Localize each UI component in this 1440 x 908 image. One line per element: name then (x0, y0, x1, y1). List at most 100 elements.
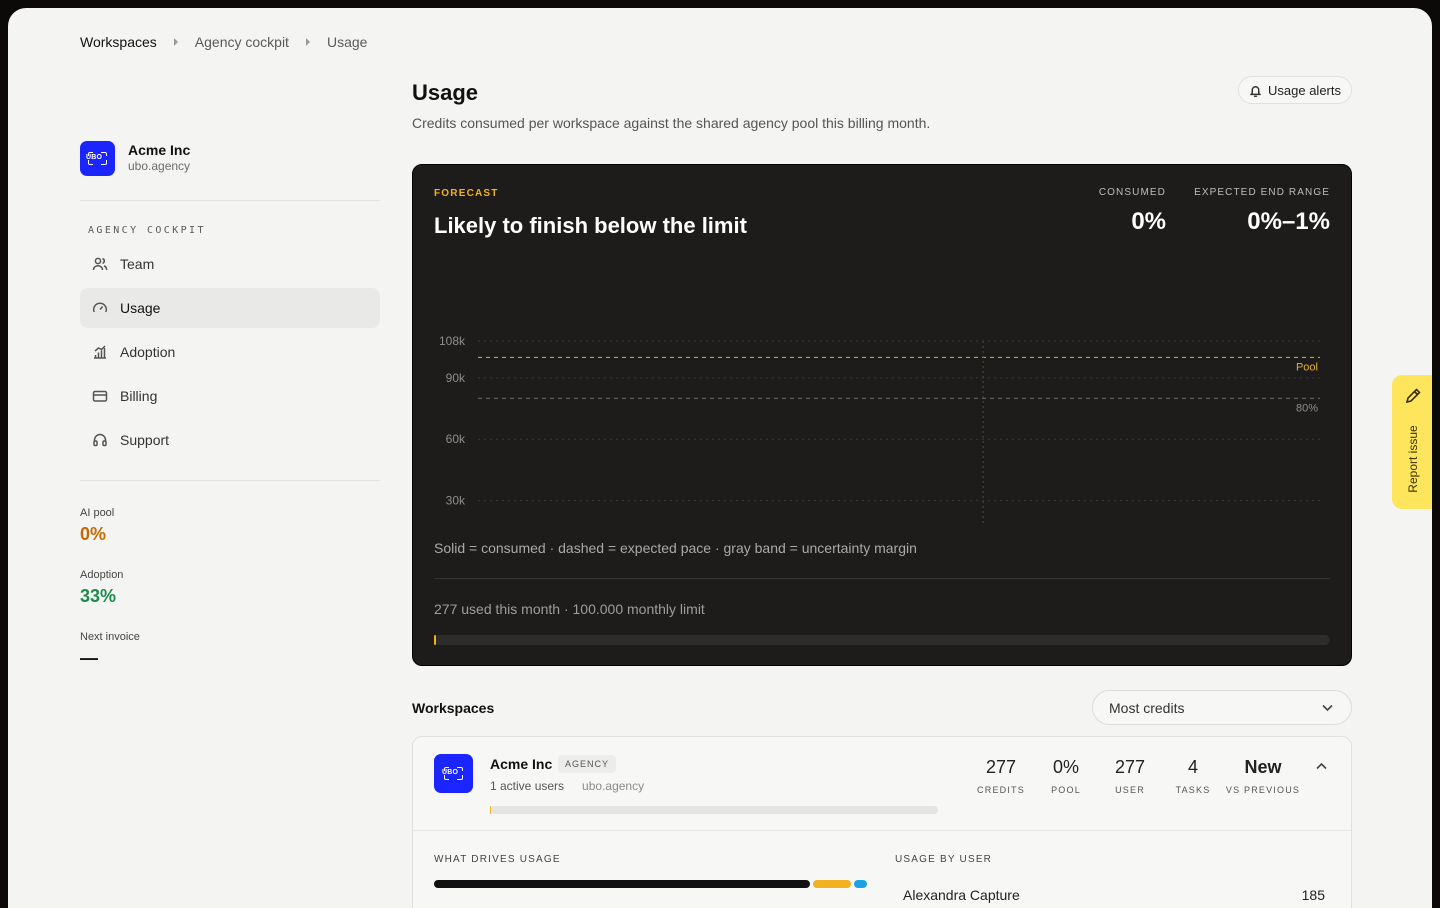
users-icon (92, 257, 108, 271)
metric-value: 0%–1% (1247, 208, 1330, 235)
drives-usage-label: WHAT DRIVES USAGE (434, 854, 561, 865)
app-window: Workspaces Agency cockpit Usage UBO Acme… (8, 8, 1432, 908)
bell-icon (1249, 85, 1262, 97)
sort-select[interactable]: Most credits (1092, 690, 1352, 725)
workspace-metric-vs-previous: New VS PREVIOUS (1225, 757, 1301, 795)
headset-icon (93, 433, 107, 447)
expected-range-metric: EXPECTED END RANGE 0%–1% (1194, 187, 1330, 236)
sidebar-item-team[interactable]: Team (80, 244, 380, 284)
stat-value: 0% (80, 524, 107, 544)
stat-ai-pool: AI pool 0% (80, 507, 380, 545)
metric-value: 0% (1131, 208, 1166, 235)
workspace-metric-pool: 0% POOL (1047, 757, 1085, 795)
sidebar-section-label: AGENCY COCKPIT (88, 225, 206, 236)
page-subtitle: Credits consumed per workspace against t… (412, 115, 931, 131)
stat-adoption: Adoption 33% (80, 569, 380, 607)
stat-value: 33% (80, 586, 117, 606)
workspace-meta: 1 active users ubo.agency (490, 779, 644, 793)
metric-value: 277 (985, 757, 1017, 777)
forecast-divider (434, 578, 1330, 579)
workspace-card-divider (413, 830, 1351, 831)
usage-alerts-button[interactable]: Usage alerts (1238, 76, 1352, 104)
credit-card-icon (92, 390, 108, 402)
workspace-active-users: 1 active users (490, 779, 565, 793)
stat-label: Adoption (80, 569, 124, 581)
workspace-share-fill (490, 806, 492, 814)
workspaces-header: Workspaces Most credits (412, 690, 1352, 726)
gauge-icon (92, 302, 108, 313)
metric-label: POOL (1051, 785, 1081, 795)
workspace-logo: UBO (434, 754, 473, 793)
page-title: Usage (412, 80, 479, 105)
metric-value: 277 (1114, 757, 1146, 777)
metric-label: EXPECTED END RANGE (1194, 187, 1330, 198)
y-tick-label: 60k (446, 432, 466, 446)
metric-label: CONSUMED (1098, 187, 1166, 198)
monthly-usage-bar (434, 635, 1330, 645)
sidebar-item-support[interactable]: Support (80, 420, 380, 460)
y-tick-label: 90k (446, 371, 466, 385)
metric-label: TASKS (1175, 785, 1211, 795)
metric-value: 4 (1187, 757, 1198, 777)
chart-legend-note: Solid = consumed · dashed = expected pac… (434, 540, 917, 556)
breadcrumb-workspaces[interactable]: Workspaces (80, 34, 157, 50)
user-credits: 185 (1301, 887, 1325, 903)
sidebar-nav: Team Usage Adoption Billing Support (80, 244, 380, 460)
monthly-usage-text: 277 used this month · 100.000 monthly li… (434, 601, 705, 617)
workspace-metric-credits: 277 CREDITS (977, 757, 1025, 795)
drives-segment (434, 880, 810, 888)
stat-label: Next invoice (80, 631, 140, 643)
metric-value: 0% (1052, 757, 1079, 777)
stat-label: AI pool (80, 507, 115, 519)
workspace-domain: ubo.agency (582, 779, 645, 793)
sidebar-item-label: Billing (120, 388, 158, 404)
workspace-metric-user: 277 USER (1110, 757, 1150, 795)
main-content: Usage Credits consumed per workspace aga… (412, 76, 1352, 908)
sidebar-item-adoption[interactable]: Adoption (80, 332, 380, 372)
forecast-card: FORECAST Likely to finish below the limi… (412, 164, 1352, 666)
forecast-title: Likely to finish below the limit (434, 213, 747, 238)
metric-label: VS PREVIOUS (1225, 785, 1301, 795)
y-tick-label: 108k (439, 334, 466, 348)
stat-next-invoice: Next invoice — (80, 631, 380, 669)
org-name: Acme Inc (128, 142, 191, 158)
drives-segment (812, 880, 852, 888)
usage-by-user-label: USAGE BY USER (895, 854, 993, 865)
breadcrumb-separator-icon (173, 38, 178, 46)
org-switcher[interactable]: UBO Acme Inc ubo.agency (80, 140, 380, 176)
stat-value: — (80, 648, 98, 668)
metric-label: USER (1115, 785, 1145, 795)
workspace-share-bar (490, 806, 938, 814)
org-domain: ubo.agency (128, 159, 191, 173)
reference-line-label: 80% (1296, 402, 1318, 414)
sidebar-item-billing[interactable]: Billing (80, 376, 380, 416)
breadcrumb-separator-icon (305, 38, 310, 46)
bar-chart-icon (94, 345, 106, 359)
sidebar-divider (80, 200, 380, 201)
report-issue-tab[interactable]: Report issue (1392, 375, 1432, 509)
sidebar-item-label: Team (120, 256, 155, 272)
breadcrumb: Workspaces Agency cockpit Usage (80, 34, 367, 50)
workspace-card: UBO Acme Inc AGENCY 1 active users ubo.ag… (412, 736, 1352, 908)
drives-segment (854, 880, 868, 888)
consumed-metric: CONSUMED 0% (1099, 187, 1166, 236)
breadcrumb-agency-cockpit[interactable]: Agency cockpit (195, 34, 289, 50)
y-tick-label: 30k (446, 494, 466, 508)
chevron-up-icon[interactable] (1316, 762, 1327, 770)
sidebar-item-label: Adoption (120, 344, 176, 360)
monthly-usage-fill (434, 635, 437, 645)
drives-usage-bar (434, 880, 870, 888)
breadcrumb-usage: Usage (326, 34, 368, 50)
usage-alerts-label: Usage alerts (1268, 82, 1341, 98)
report-issue-label: Report issue (1406, 425, 1420, 493)
forecast-kicker: FORECAST (434, 188, 499, 199)
user-name: Alexandra Capture (903, 887, 1020, 903)
sidebar-divider (80, 480, 380, 481)
sidebar: UBO Acme Inc ubo.agency AGENCY COCKPIT T… (80, 140, 380, 669)
sidebar-item-label: Support (120, 432, 170, 448)
workspace-name[interactable]: Acme Inc (490, 756, 552, 772)
sidebar-item-usage[interactable]: Usage (80, 288, 380, 328)
metric-label: CREDITS (977, 785, 1025, 795)
pencil-icon (1405, 388, 1421, 404)
workspace-metric-tasks: 4 TASKS (1173, 757, 1213, 795)
